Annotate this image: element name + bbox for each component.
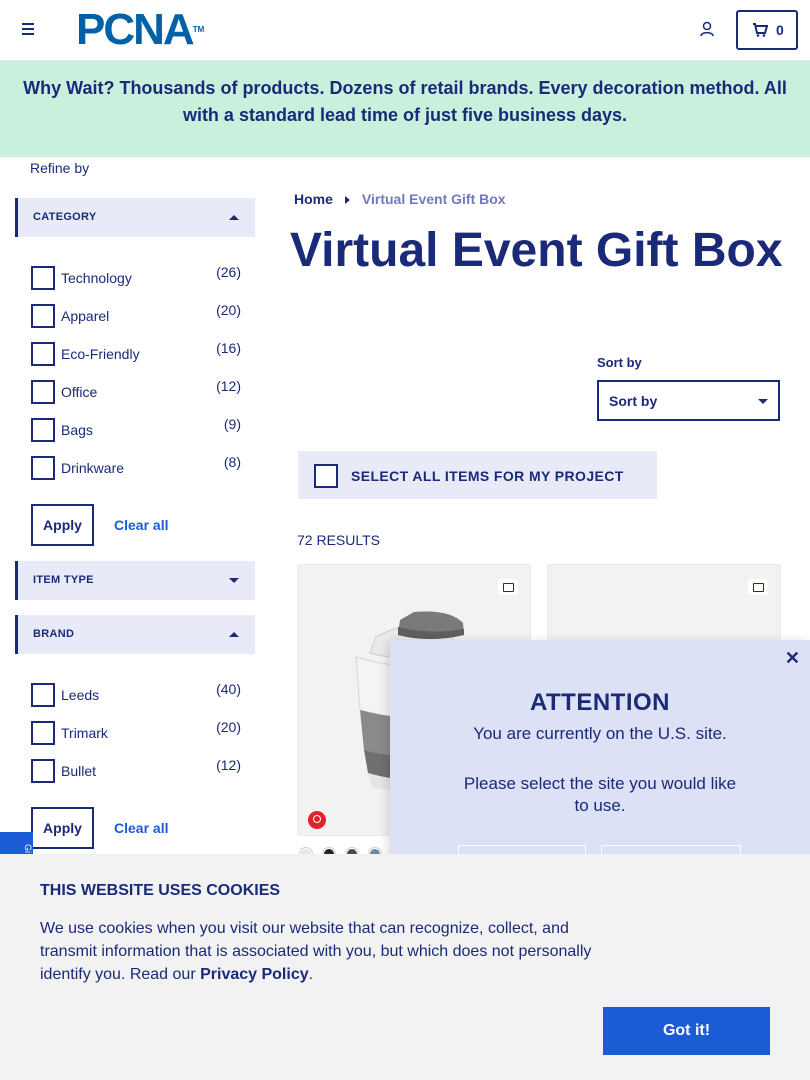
- region-select-modal: ✕ ATTENTION You are currently on the U.S…: [390, 640, 810, 875]
- category-option-office: Office (12): [31, 378, 243, 404]
- sort-label: Sort by: [597, 355, 642, 370]
- privacy-policy-link[interactable]: Privacy Policy: [200, 966, 309, 983]
- facet-brand-label: BRAND: [33, 628, 75, 640]
- category-checkbox[interactable]: [31, 266, 55, 290]
- category-option-apparel: Apparel (20): [31, 302, 243, 328]
- option-label: Office: [61, 384, 98, 400]
- category-clear-all-link[interactable]: Clear all: [114, 517, 168, 533]
- category-option-technology: Technology (26): [31, 264, 243, 290]
- category-checkbox[interactable]: [31, 304, 55, 328]
- option-label: Leeds: [61, 687, 100, 703]
- category-checkbox[interactable]: [31, 380, 55, 404]
- modal-message: You are currently on the U.S. site.: [473, 724, 727, 743]
- option-count: (12): [216, 378, 241, 394]
- close-icon[interactable]: ✕: [785, 648, 800, 669]
- cookie-title: THIS WEBSITE USES COOKIES: [40, 882, 281, 899]
- option-count: (40): [216, 681, 241, 697]
- option-count: (8): [223, 454, 241, 470]
- account-icon[interactable]: [699, 21, 715, 37]
- cart-count: 0: [776, 22, 784, 38]
- got-it-button[interactable]: Got it!: [603, 1007, 770, 1055]
- product-badge-icon: [308, 811, 326, 829]
- modal-title: ATTENTION: [529, 689, 671, 716]
- caret-up-icon: [229, 215, 239, 220]
- option-label: Bullet: [61, 763, 97, 779]
- category-checkbox[interactable]: [31, 342, 55, 366]
- option-label: Apparel: [61, 308, 110, 324]
- brand-apply-button[interactable]: Apply: [31, 807, 94, 849]
- facet-brand-header[interactable]: BRAND: [15, 615, 255, 654]
- brand-option-leeds: Leeds (40): [31, 681, 243, 707]
- cookie-banner: THIS WEBSITE USES COOKIES We use cookies…: [0, 854, 810, 1080]
- brand-checkbox[interactable]: [31, 759, 55, 783]
- pcna-logo[interactable]: PCNATM: [76, 8, 205, 52]
- facet-item-type-label: ITEM TYPE: [33, 574, 94, 586]
- breadcrumb: Home Virtual Event Gift Box: [294, 191, 506, 207]
- select-all-checkbox[interactable]: [314, 464, 338, 488]
- category-option-bags: Bags (9): [31, 416, 243, 442]
- site-header: PCNATM 0: [0, 0, 810, 61]
- cookie-text-end: .: [308, 966, 314, 983]
- logo-tm: TM: [192, 25, 205, 34]
- sort-select[interactable]: Sort by: [597, 380, 780, 421]
- option-label: Bags: [61, 422, 93, 438]
- category-checkbox[interactable]: [31, 418, 55, 442]
- cookie-text: We use cookies when you visit our websit…: [40, 917, 605, 986]
- brand-checkbox[interactable]: [31, 721, 55, 745]
- logo-text: PCNA: [76, 5, 195, 54]
- option-count: (20): [216, 719, 241, 735]
- facet-item-type-header[interactable]: ITEM TYPE: [15, 561, 255, 600]
- select-all-label: SELECT ALL ITEMS FOR MY PROJECT: [351, 468, 624, 484]
- option-label: Drinkware: [61, 460, 125, 476]
- select-all-items-control[interactable]: SELECT ALL ITEMS FOR MY PROJECT: [298, 451, 657, 499]
- option-label: Eco-Friendly: [61, 346, 140, 362]
- refine-by-label: Refine by: [30, 160, 90, 176]
- cookie-text-body: We use cookies when you visit our websit…: [40, 920, 592, 983]
- breadcrumb-separator-icon: [344, 196, 350, 205]
- brand-option-bullet: Bullet (12): [31, 757, 243, 783]
- category-checkbox[interactable]: [31, 456, 55, 480]
- caret-down-icon: [758, 399, 768, 404]
- brand-option-trimark: Trimark (20): [31, 719, 243, 745]
- option-label: Technology: [61, 270, 132, 286]
- option-count: (16): [216, 340, 241, 356]
- breadcrumb-home-link[interactable]: Home: [294, 191, 333, 207]
- results-count: 72 RESULTS: [297, 532, 380, 548]
- facet-category-header[interactable]: CATEGORY: [15, 198, 255, 237]
- breadcrumb-current: Virtual Event Gift Box: [361, 191, 506, 207]
- option-label: Trimark: [61, 725, 108, 741]
- category-option-drinkware: Drinkware (8): [31, 454, 243, 480]
- category-apply-button[interactable]: Apply: [31, 504, 94, 546]
- cart-icon: [753, 23, 768, 37]
- promo-banner: Why Wait? Thousands of products. Dozens …: [0, 61, 810, 157]
- option-count: (20): [216, 302, 241, 318]
- page-title: Virtual Event Gift Box: [290, 224, 783, 277]
- category-option-eco-friendly: Eco-Friendly (16): [31, 340, 243, 366]
- hamburger-menu-icon[interactable]: [18, 20, 38, 40]
- facet-category-label: CATEGORY: [33, 211, 97, 223]
- brand-checkbox[interactable]: [31, 683, 55, 707]
- caret-down-icon: [229, 578, 239, 583]
- option-count: (12): [216, 757, 241, 773]
- caret-up-icon: [229, 632, 239, 637]
- cart-button[interactable]: 0: [736, 10, 798, 50]
- option-count: (9): [223, 416, 241, 432]
- side-tab-text: Gi: [23, 844, 33, 853]
- option-count: (26): [216, 264, 241, 280]
- brand-clear-all-link[interactable]: Clear all: [114, 820, 168, 836]
- modal-instruction: Please select the site you would like to…: [463, 774, 737, 815]
- sort-selected-value: Sort by: [609, 393, 658, 409]
